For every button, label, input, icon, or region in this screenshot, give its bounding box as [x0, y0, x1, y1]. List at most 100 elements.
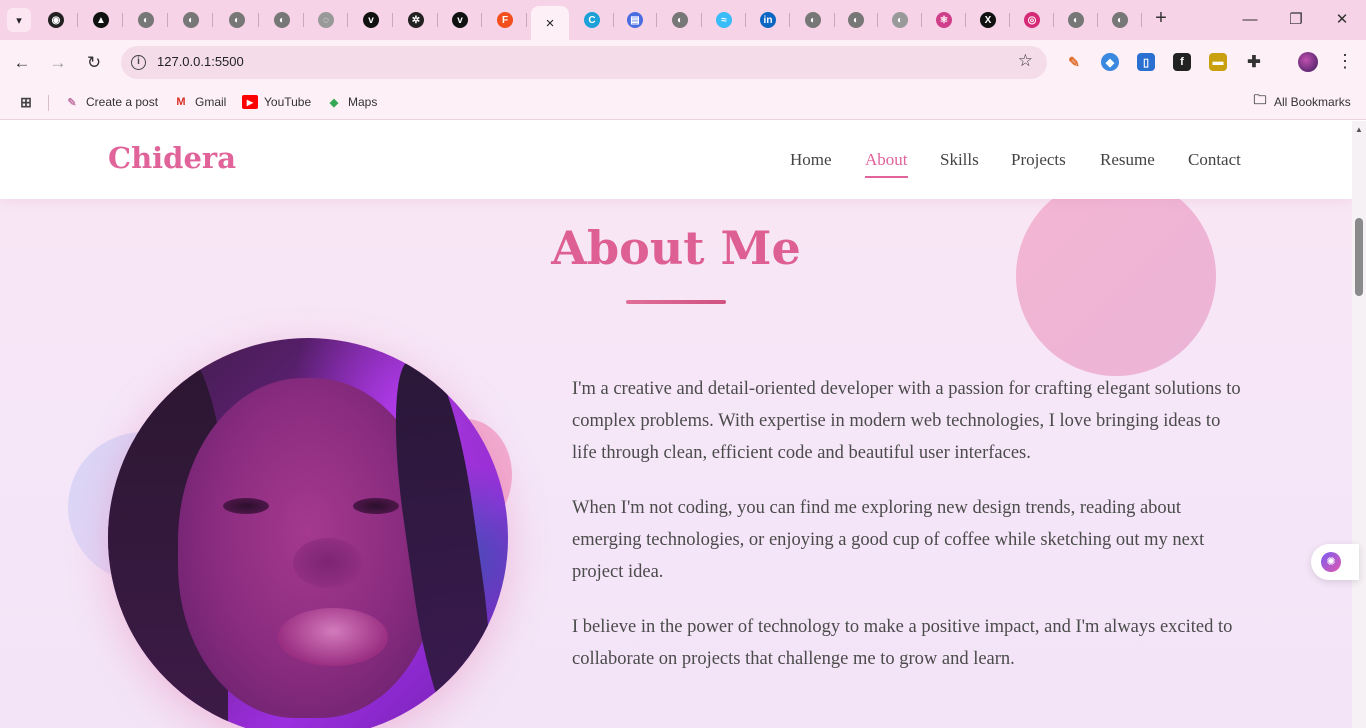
browser-tab[interactable]: ≈ — [704, 6, 746, 34]
globe-icon: ◐ — [805, 12, 821, 28]
linkedin-icon: in — [760, 12, 776, 28]
globe-icon: ◐ — [848, 12, 864, 28]
brain-icon: ✺ — [1321, 552, 1341, 572]
bookmark-label: Maps — [348, 95, 378, 109]
vercel-icon: v — [363, 12, 379, 28]
site-brand-logo[interactable]: Chidera — [108, 141, 236, 175]
browser-tab[interactable]: ◐ — [1056, 6, 1098, 34]
folder-icon: 🗀 — [1253, 92, 1267, 107]
page-viewport: Chidera Home About Skills Projects Resum… — [0, 121, 1352, 728]
back-button[interactable]: ← — [11, 52, 33, 74]
extension-folder-icon[interactable]: ▬ — [1209, 53, 1227, 71]
globe-icon: ◐ — [892, 12, 908, 28]
profile-avatar[interactable] — [1298, 52, 1318, 72]
site-header: Chidera Home About Skills Projects Resum… — [0, 121, 1352, 199]
bookmark-create-a-post[interactable]: ✎ Create a post — [64, 93, 158, 111]
browser-tab[interactable]: ◐ — [660, 6, 702, 34]
triangle-logo-icon: ▲ — [93, 12, 109, 28]
color-picker-extension-icon[interactable]: ✎ — [1065, 53, 1083, 71]
bookmarks-bar: ⊞ ✎ Create a post M Gmail ▶ YouTube ◆ Ma… — [0, 85, 1366, 120]
browser-tab[interactable]: C — [572, 6, 614, 34]
browser-tab[interactable]: ⚛ — [924, 6, 966, 34]
browser-tab[interactable]: F — [485, 6, 527, 34]
new-tab-button[interactable]: + — [1152, 8, 1170, 28]
address-bar[interactable]: i 127.0.0.1:5500 ☆ — [121, 46, 1047, 79]
browser-tab[interactable]: ◐ — [793, 6, 835, 34]
globe-icon: ◐ — [183, 12, 199, 28]
globe-icon: ◐ — [1068, 12, 1084, 28]
globe-icon: ◐ — [229, 12, 245, 28]
nav-skills[interactable]: Skills — [940, 150, 979, 170]
restore-button[interactable]: ❐ — [1286, 10, 1306, 30]
github-icon: ◉ — [48, 12, 64, 28]
browser-tab[interactable]: ▤ — [615, 6, 657, 34]
loading-icon: ◌ — [318, 12, 334, 28]
browser-tab[interactable]: X — [968, 6, 1010, 34]
site-info-icon[interactable]: i — [131, 55, 146, 70]
extension-doc-icon[interactable]: ▯ — [1137, 53, 1155, 71]
url-text[interactable]: 127.0.0.1:5500 — [157, 54, 244, 69]
browser-tab[interactable]: ◐ — [836, 6, 878, 34]
openai-icon: ✲ — [408, 12, 424, 28]
about-paragraph: I believe in the power of technology to … — [572, 617, 1233, 669]
bookmark-label: Gmail — [195, 95, 227, 109]
floating-assistant-button[interactable]: ✺ — [1311, 544, 1359, 580]
bookmark-maps[interactable]: ◆ Maps — [326, 93, 378, 111]
tab-search-button[interactable]: ▾ — [7, 8, 31, 32]
all-bookmarks-label: All Bookmarks — [1274, 95, 1351, 109]
reload-button[interactable]: ↻ — [83, 52, 105, 74]
close-icon[interactable]: × — [546, 15, 555, 32]
printer-icon: ▤ — [627, 12, 643, 28]
about-paragraph: I'm a creative and detail-oriented devel… — [572, 379, 1241, 463]
browser-menu-icon[interactable]: ⋮ — [1336, 51, 1354, 71]
canva-icon: C — [584, 12, 600, 28]
nav-projects[interactable]: Projects — [1011, 150, 1066, 170]
bookmark-youtube[interactable]: ▶ YouTube — [242, 93, 311, 111]
scrollbar-thumb[interactable] — [1355, 218, 1363, 296]
minimize-button[interactable]: — — [1240, 10, 1260, 30]
browser-tab[interactable]: ◐ — [1100, 6, 1142, 34]
scroll-up-arrow-icon[interactable]: ▲ — [1355, 125, 1363, 134]
bookmark-label: Create a post — [86, 95, 159, 109]
globe-icon: ◐ — [672, 12, 688, 28]
all-bookmarks-button[interactable]: 🗀 All Bookmarks — [1252, 92, 1351, 111]
browser-tab[interactable]: ✲ — [396, 6, 438, 34]
browser-toolbar: ← → ↻ i 127.0.0.1:5500 ☆ ✎ ◆ ▯ f ▬ ✚ ⋮ — [0, 40, 1366, 85]
youtube-icon: ▶ — [242, 95, 258, 109]
bookmark-star-icon[interactable]: ☆ — [1018, 51, 1033, 71]
browser-tab[interactable]: ◎ — [1012, 6, 1054, 34]
bookmark-gmail[interactable]: M Gmail — [173, 93, 226, 111]
extensions-puzzle-icon[interactable]: ✚ — [1245, 53, 1263, 71]
title-underline — [626, 300, 726, 304]
decorative-circle — [1016, 176, 1216, 376]
browser-tab[interactable]: ◐ — [262, 6, 304, 34]
nav-about[interactable]: About — [865, 150, 908, 178]
browser-tab[interactable]: ◐ — [126, 6, 168, 34]
close-window-button[interactable]: ✕ — [1332, 10, 1352, 30]
browser-tab[interactable]: v — [440, 6, 482, 34]
browser-tab[interactable]: ▲ — [81, 6, 123, 34]
nav-resume[interactable]: Resume — [1100, 150, 1155, 170]
browser-tab[interactable]: ◐ — [880, 6, 922, 34]
globe-icon: ◐ — [138, 12, 154, 28]
extension-font-icon[interactable]: f — [1173, 53, 1191, 71]
browser-tab[interactable]: in — [748, 6, 790, 34]
page-scrollbar[interactable]: ▲ — [1352, 121, 1366, 728]
active-tab[interactable]: × — [531, 6, 569, 40]
section-title: About Me — [551, 221, 801, 275]
tailwind-icon: ≈ — [716, 12, 732, 28]
browser-tab[interactable]: ◐ — [171, 6, 213, 34]
browser-tab[interactable]: ◉ — [36, 6, 78, 34]
post-icon: ✎ — [67, 96, 77, 109]
browser-tab[interactable]: ◐ — [217, 6, 259, 34]
profile-photo — [108, 338, 508, 728]
apps-grid-icon[interactable]: ⊞ — [18, 93, 34, 111]
globe-icon: ◐ — [1112, 12, 1128, 28]
forward-button[interactable]: → — [47, 52, 69, 74]
nav-home[interactable]: Home — [790, 150, 832, 170]
bookmark-label: YouTube — [264, 95, 312, 109]
browser-tab[interactable]: v — [351, 6, 393, 34]
extension-drop-icon[interactable]: ◆ — [1101, 53, 1119, 71]
nav-contact[interactable]: Contact — [1188, 150, 1241, 170]
browser-tab[interactable]: ◌ — [306, 6, 348, 34]
